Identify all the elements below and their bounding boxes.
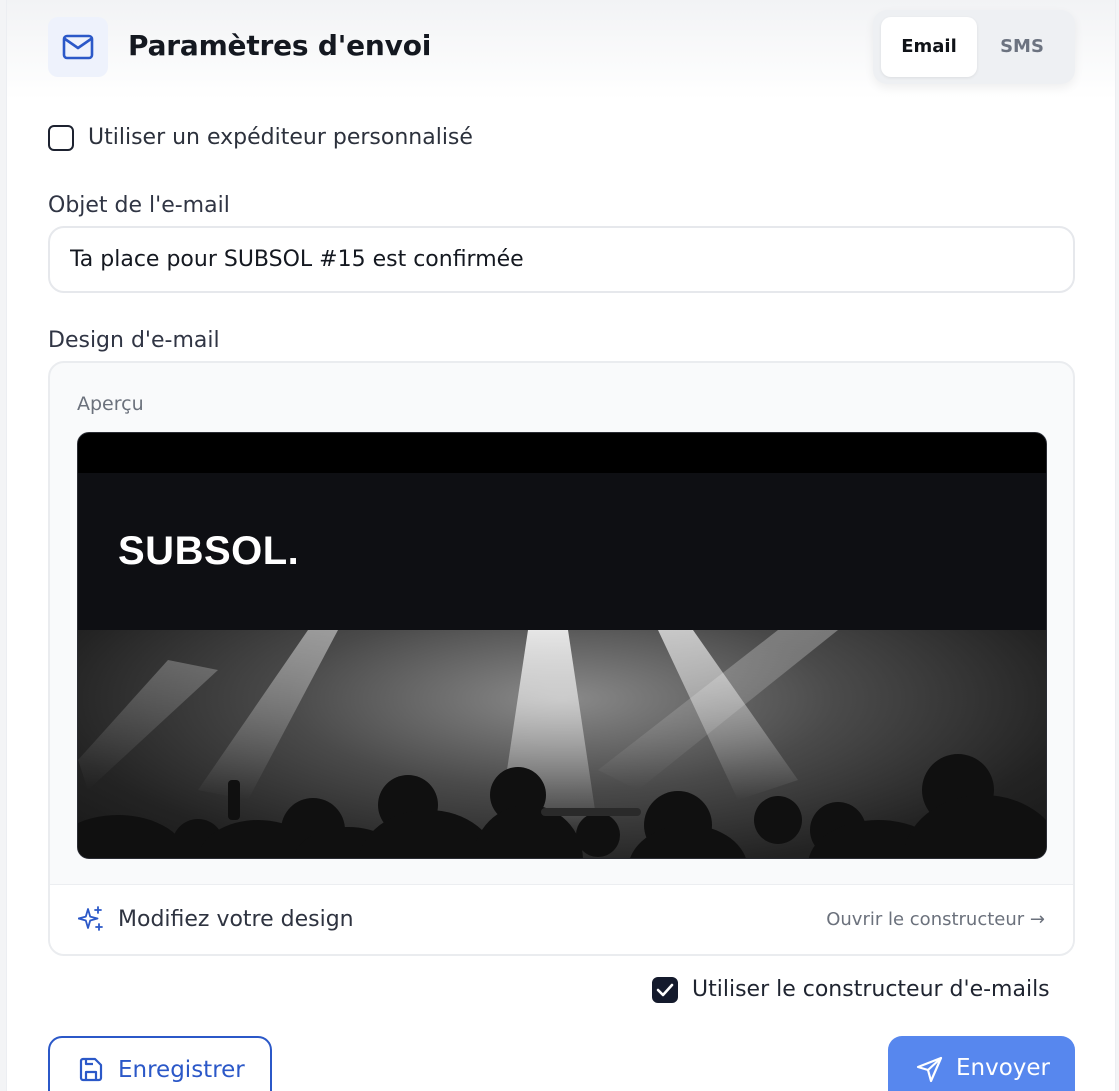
preview-brand: SUBSOL.	[118, 529, 300, 573]
mail-icon	[48, 17, 108, 77]
modify-design-label: Modifiez votre design	[118, 907, 354, 932]
tab-sms[interactable]: SMS	[977, 17, 1067, 77]
page-title: Paramètres d'envoi	[128, 29, 432, 62]
design-footer: Modifiez votre design Ouvrir le construc…	[50, 884, 1073, 954]
sparkles-icon	[77, 905, 104, 937]
preview-top-bar	[78, 433, 1046, 473]
open-builder-link[interactable]: Ouvrir le constructeur →	[826, 906, 1045, 934]
use-builder-checkbox[interactable]	[652, 977, 678, 1003]
save-button[interactable]: Enregistrer	[48, 1036, 272, 1091]
design-label: Design d'e-mail	[48, 328, 220, 353]
channel-switch: Email SMS	[873, 10, 1075, 84]
custom-sender-checkbox[interactable]	[48, 125, 74, 151]
save-button-label: Enregistrer	[118, 1057, 245, 1083]
custom-sender-option[interactable]: Utiliser un expéditeur personnalisé	[48, 123, 473, 153]
send-button-label: Envoyer	[956, 1055, 1051, 1081]
email-design-card: Aperçu SUBSOL. Modifiez votre design Ouv…	[48, 361, 1075, 956]
subject-label: Objet de l'e-mail	[48, 193, 230, 218]
preview-label: Aperçu	[77, 393, 144, 415]
concert-photo	[78, 630, 1046, 858]
email-preview[interactable]: SUBSOL.	[77, 432, 1047, 859]
send-button[interactable]: Envoyer	[888, 1036, 1075, 1091]
tab-email[interactable]: Email	[881, 17, 977, 77]
subject-input[interactable]	[48, 226, 1075, 293]
use-builder-label: Utiliser le constructeur d'e-mails	[692, 977, 1050, 1002]
use-builder-option[interactable]: Utiliser le constructeur d'e-mails	[652, 975, 1050, 1005]
save-icon	[79, 1057, 103, 1082]
check-icon	[656, 983, 674, 997]
send-icon	[916, 1056, 943, 1083]
send-settings-panel: Paramètres d'envoi Email SMS Utiliser un…	[6, 0, 1116, 1091]
custom-sender-label: Utiliser un expéditeur personnalisé	[88, 125, 473, 150]
